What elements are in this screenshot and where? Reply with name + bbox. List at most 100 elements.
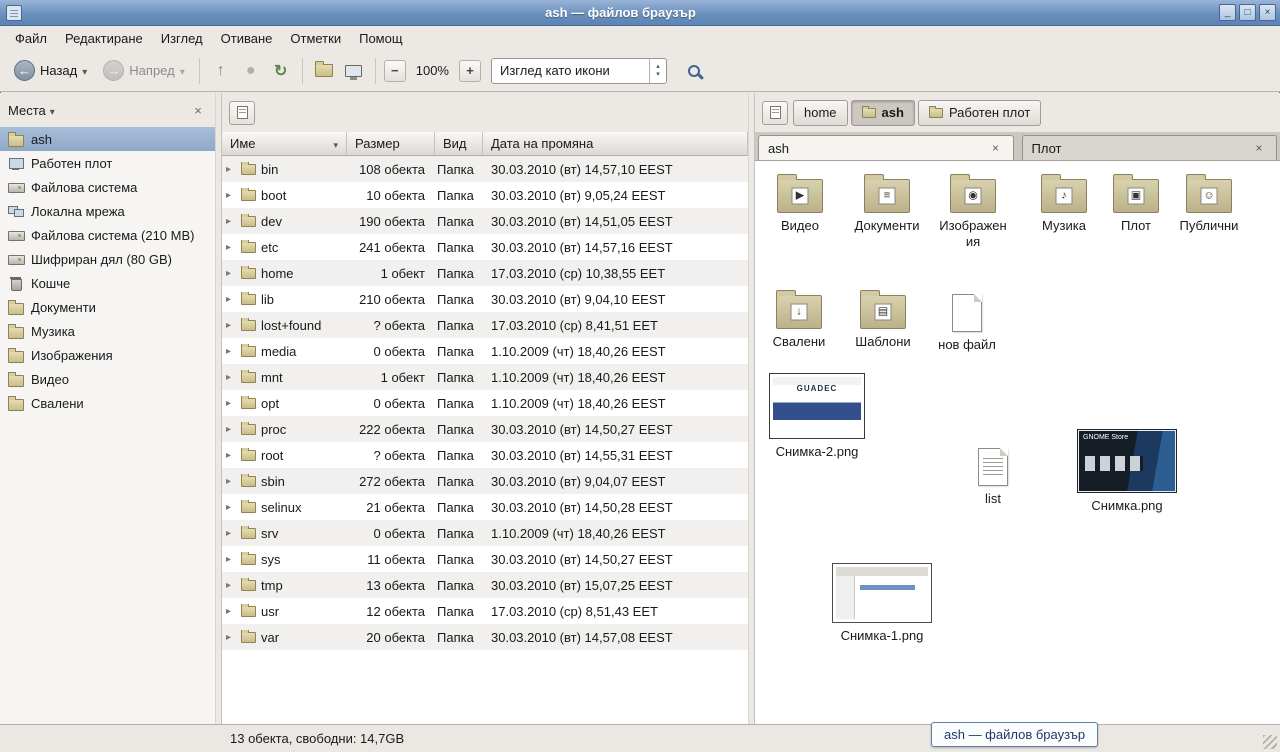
icon-grid[interactable]: ▶ Видео ≡ Документи bbox=[755, 161, 1280, 724]
table-row[interactable]: srv 0 обекта Папка 1.10.2009 (чт) 18,40,… bbox=[222, 520, 748, 546]
sidebar-close-icon[interactable]: × bbox=[189, 101, 207, 119]
column-header-type[interactable]: Вид bbox=[435, 132, 483, 156]
path-button[interactable]: Работен плот bbox=[918, 100, 1041, 126]
zoom-in-button[interactable]: + bbox=[459, 60, 481, 82]
table-row[interactable]: bin 108 обекта Папка 30.03.2010 (вт) 14,… bbox=[222, 156, 748, 182]
table-row[interactable]: dev 190 обекта Папка 30.03.2010 (вт) 14,… bbox=[222, 208, 748, 234]
table-row[interactable]: proc 222 обекта Папка 30.03.2010 (вт) 14… bbox=[222, 416, 748, 442]
sidebar-title[interactable]: Места bbox=[8, 103, 46, 118]
sidebar-item[interactable]: Шифриран дял (80 GB) bbox=[0, 247, 215, 271]
table-row[interactable]: sbin 272 обекта Папка 30.03.2010 (вт) 9,… bbox=[222, 468, 748, 494]
file-icon-item[interactable]: GNOME Store Снимка.png bbox=[1071, 429, 1183, 514]
reload-button[interactable] bbox=[268, 58, 294, 84]
expander-icon[interactable] bbox=[226, 554, 236, 565]
file-icon-item[interactable]: ☺ Публични bbox=[1169, 171, 1249, 234]
minimize-button[interactable]: _ bbox=[1219, 4, 1236, 21]
file-icon-item[interactable]: list bbox=[963, 443, 1023, 507]
menu-item[interactable]: Помощ bbox=[350, 28, 411, 49]
menu-item[interactable]: Отиване bbox=[212, 28, 282, 49]
file-icon-item[interactable]: ▶ Видео bbox=[761, 171, 839, 234]
file-icon-item[interactable]: Снимка-1.png bbox=[829, 563, 935, 644]
sidebar-item[interactable]: Музика bbox=[0, 319, 215, 343]
column-header-name[interactable]: Име bbox=[222, 132, 347, 156]
table-row[interactable]: etc 241 обекта Папка 30.03.2010 (вт) 14,… bbox=[222, 234, 748, 260]
search-button[interactable] bbox=[679, 57, 709, 85]
menu-item[interactable]: Отметки bbox=[281, 28, 350, 49]
table-row[interactable]: media 0 обекта Папка 1.10.2009 (чт) 18,4… bbox=[222, 338, 748, 364]
pane-splitter[interactable] bbox=[215, 93, 222, 724]
sidebar-item[interactable]: Документи bbox=[0, 295, 215, 319]
expander-icon[interactable] bbox=[226, 294, 236, 305]
sidebar-combo-chevron-icon[interactable] bbox=[50, 103, 55, 118]
pane-splitter[interactable] bbox=[748, 93, 755, 724]
zoom-out-button[interactable]: − bbox=[384, 60, 406, 82]
expander-icon[interactable] bbox=[226, 190, 236, 201]
expander-icon[interactable] bbox=[226, 632, 236, 643]
sidebar-item[interactable]: Кошче bbox=[0, 271, 215, 295]
table-row[interactable]: lost+found ? обекта Папка 17.03.2010 (ср… bbox=[222, 312, 748, 338]
sidebar-item[interactable]: Локална мрежа bbox=[0, 199, 215, 223]
location-edit-button[interactable] bbox=[762, 101, 788, 125]
tab-close-icon[interactable]: × bbox=[988, 140, 1004, 156]
expander-icon[interactable] bbox=[226, 424, 236, 435]
expander-icon[interactable] bbox=[226, 606, 236, 617]
stop-button[interactable] bbox=[238, 58, 264, 84]
table-row[interactable]: selinux 21 обекта Папка 30.03.2010 (вт) … bbox=[222, 494, 748, 520]
table-row[interactable]: boot 10 обекта Папка 30.03.2010 (вт) 9,0… bbox=[222, 182, 748, 208]
column-header-date[interactable]: Дата на промяна bbox=[483, 132, 748, 156]
table-row[interactable]: tmp 13 обекта Папка 30.03.2010 (вт) 15,0… bbox=[222, 572, 748, 598]
expander-icon[interactable] bbox=[226, 502, 236, 513]
path-button[interactable]: home bbox=[793, 100, 848, 126]
sidebar-item[interactable]: Файлова система bbox=[0, 175, 215, 199]
sidebar-item[interactable]: Изображения bbox=[0, 343, 215, 367]
back-history-chevron-icon[interactable] bbox=[82, 63, 87, 78]
file-icon-item[interactable]: ≡ Документи bbox=[843, 171, 931, 234]
column-header-size[interactable]: Размер bbox=[347, 132, 435, 156]
table-row[interactable]: mnt 1 обект Папка 1.10.2009 (чт) 18,40,2… bbox=[222, 364, 748, 390]
file-icon-item[interactable]: ▤ Шаблони bbox=[847, 287, 919, 350]
sidebar-item[interactable]: Работен плот bbox=[0, 151, 215, 175]
home-button[interactable] bbox=[311, 58, 337, 84]
file-icon-item[interactable]: нов файл bbox=[933, 289, 1001, 353]
maximize-button[interactable]: □ bbox=[1239, 4, 1256, 21]
expander-icon[interactable] bbox=[226, 268, 236, 279]
expander-icon[interactable] bbox=[226, 320, 236, 331]
file-icon-item[interactable]: ♪ Музика bbox=[1027, 171, 1101, 234]
expander-icon[interactable] bbox=[226, 242, 236, 253]
file-icon-item[interactable]: ◉ Изображения bbox=[937, 171, 1009, 249]
tab[interactable]: Плот × bbox=[1022, 135, 1278, 160]
sidebar-item[interactable]: Файлова система (210 MB) bbox=[0, 223, 215, 247]
menu-item[interactable]: Изглед bbox=[152, 28, 212, 49]
menu-item[interactable]: Редактиране bbox=[56, 28, 152, 49]
expander-icon[interactable] bbox=[226, 398, 236, 409]
table-row[interactable]: lib 210 обекта Папка 30.03.2010 (вт) 9,0… bbox=[222, 286, 748, 312]
path-button[interactable]: ash bbox=[851, 100, 915, 126]
location-toggle-button[interactable] bbox=[229, 101, 255, 125]
expander-icon[interactable] bbox=[226, 580, 236, 591]
file-icon-item[interactable]: GUADEC Снимка-2.png bbox=[765, 373, 869, 460]
sidebar-item[interactable]: ash bbox=[0, 127, 215, 151]
back-button[interactable]: ← Назад bbox=[8, 56, 93, 85]
expander-icon[interactable] bbox=[226, 372, 236, 383]
computer-button[interactable] bbox=[341, 58, 367, 84]
table-row[interactable]: usr 12 обекта Папка 17.03.2010 (ср) 8,51… bbox=[222, 598, 748, 624]
file-icon-item[interactable]: ▣ Плот bbox=[1105, 171, 1167, 234]
expander-icon[interactable] bbox=[226, 528, 236, 539]
titlebar[interactable]: ash — файлов браузър _ □ × bbox=[0, 0, 1280, 26]
sidebar-item[interactable]: Видео bbox=[0, 367, 215, 391]
sidebar-item[interactable]: Свалени bbox=[0, 391, 215, 415]
expander-icon[interactable] bbox=[226, 216, 236, 227]
up-button[interactable] bbox=[208, 58, 234, 84]
close-button[interactable]: × bbox=[1259, 4, 1276, 21]
table-row[interactable]: var 20 обекта Папка 30.03.2010 (вт) 14,5… bbox=[222, 624, 748, 650]
taskbar-window-button[interactable]: ash — файлов браузър bbox=[931, 722, 1098, 747]
table-row[interactable]: home 1 обект Папка 17.03.2010 (ср) 10,38… bbox=[222, 260, 748, 286]
expander-icon[interactable] bbox=[226, 450, 236, 461]
table-row[interactable]: sys 11 обекта Папка 30.03.2010 (вт) 14,5… bbox=[222, 546, 748, 572]
table-row[interactable]: opt 0 обекта Папка 1.10.2009 (чт) 18,40,… bbox=[222, 390, 748, 416]
expander-icon[interactable] bbox=[226, 346, 236, 357]
forward-button[interactable]: → Напред bbox=[97, 56, 190, 85]
expander-icon[interactable] bbox=[226, 164, 236, 175]
expander-icon[interactable] bbox=[226, 476, 236, 487]
table-row[interactable]: root ? обекта Папка 30.03.2010 (вт) 14,5… bbox=[222, 442, 748, 468]
